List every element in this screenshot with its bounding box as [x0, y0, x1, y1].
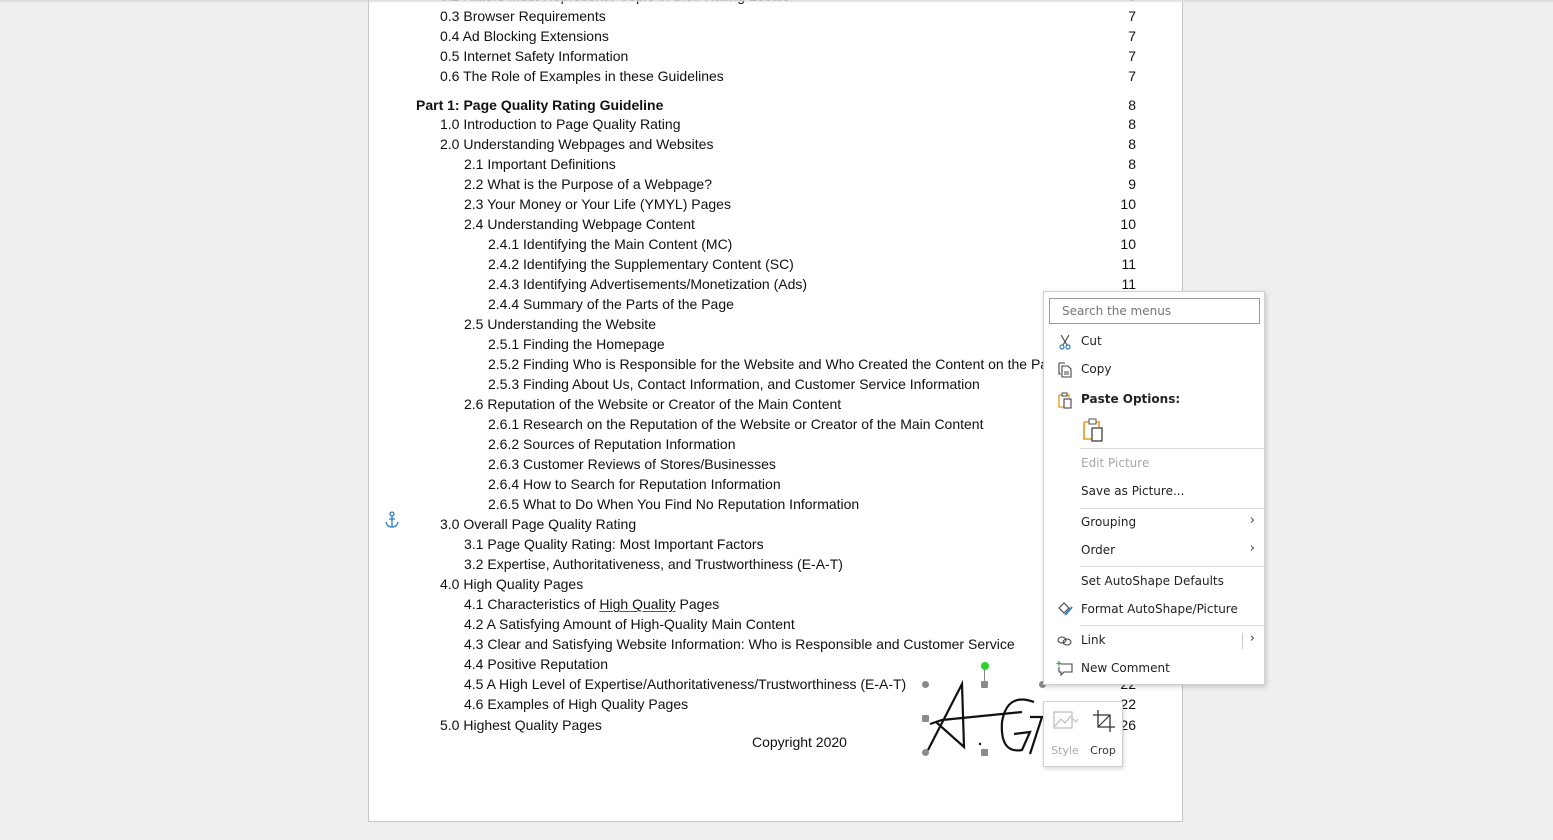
toc-entry[interactable]: Part 1: Page Quality Rating Guideline	[416, 97, 663, 113]
picture-style-icon	[1053, 711, 1079, 729]
toc-entry[interactable]: 2.5 Understanding the Website	[464, 316, 656, 332]
paste-keep-source-icon[interactable]	[1081, 417, 1107, 443]
context-menu: Cut Copy Paste Options: Edit Picture Sav…	[1043, 291, 1265, 685]
toc-entry[interactable]: 0.5 Internet Safety Information	[440, 48, 628, 64]
menu-separator	[1080, 566, 1264, 567]
menu-item-label: New Comment	[1081, 661, 1170, 675]
toc-entry[interactable]: 2.6 Reputation of the Website or Creator…	[464, 396, 841, 412]
anchor-icon[interactable]	[384, 511, 400, 529]
format-paint-icon	[1058, 602, 1073, 616]
menu-item-label: Format AutoShape/Picture	[1081, 602, 1238, 616]
crop-button[interactable]: Crop	[1085, 706, 1121, 762]
menu-item-label: Order	[1081, 543, 1116, 557]
toc-entry[interactable]: 0.6 The Role of Examples in these Guidel…	[440, 68, 724, 84]
menu-item-label: Grouping	[1081, 515, 1137, 529]
menu-separator	[1080, 625, 1264, 626]
mini-toolbar: Style Crop	[1043, 701, 1123, 767]
toc-entry[interactable]: 4.4 Positive Reputation	[464, 656, 608, 672]
menu-separator	[1080, 448, 1264, 449]
menu-item-order[interactable]: Order ›	[1044, 539, 1264, 563]
crop-icon	[1093, 710, 1115, 732]
toc-entry[interactable]: 2.0 Understanding Webpages and Websites	[440, 136, 713, 152]
rotation-line	[984, 669, 985, 681]
style-label: Style	[1051, 744, 1079, 757]
resize-handle-left[interactable]	[922, 715, 929, 722]
menu-item-label: Edit Picture	[1081, 456, 1150, 470]
menu-item-paste-options: Paste Options:	[1044, 388, 1264, 412]
toc-entry[interactable]: 2.4.2 Identifying the Supplementary Cont…	[488, 256, 794, 272]
chevron-right-icon: ›	[1249, 513, 1255, 528]
toc-entry[interactable]: 4.1 Characteristics of High Quality Page…	[464, 596, 719, 612]
toc-entry[interactable]: 2.5.3 Finding About Us, Contact Informat…	[488, 376, 980, 392]
toc-entry[interactable]: 1.0 Introduction to Page Quality Rating	[440, 116, 680, 132]
signature-image[interactable]	[922, 662, 1052, 757]
menu-separator	[1080, 508, 1264, 509]
toc-entry[interactable]: 4.6 Examples of High Quality Pages	[464, 696, 688, 712]
new-comment-icon	[1056, 661, 1073, 677]
toc-entry[interactable]: 3.0 Overall Page Quality Rating	[440, 516, 636, 532]
resize-handle-bottom-left[interactable]	[922, 749, 929, 756]
toc-entry[interactable]: 2.4 Understanding Webpage Content	[464, 216, 695, 232]
menu-item-grouping[interactable]: Grouping ›	[1044, 511, 1264, 535]
copy-icon	[1058, 362, 1072, 378]
menu-item-label: Paste Options:	[1081, 392, 1181, 406]
toc-entry[interactable]: 3.1 Page Quality Rating: Most Important …	[464, 536, 764, 552]
crop-label: Crop	[1090, 744, 1116, 757]
style-button: Style	[1047, 706, 1083, 762]
toc-entry[interactable]: 2.6.3 Customer Reviews of Stores/Busines…	[488, 456, 776, 472]
toc-entry[interactable]: 2.5.1 Finding the Homepage	[488, 336, 665, 352]
scissors-icon	[1059, 334, 1071, 350]
menu-item-label: Cut	[1081, 334, 1102, 348]
toc-entry[interactable]: 2.2 What is the Purpose of a Webpage?	[464, 176, 712, 192]
menu-item-label: Copy	[1081, 362, 1112, 376]
search-menus-input[interactable]	[1049, 298, 1260, 324]
toc-entry[interactable]: 0.4 Ad Blocking Extensions	[440, 28, 609, 44]
menu-item-new-comment[interactable]: New Comment	[1044, 657, 1264, 681]
link-icon	[1057, 636, 1072, 646]
menu-item-label: Set AutoShape Defaults	[1081, 574, 1224, 588]
toc-entry[interactable]: 0.3 Browser Requirements	[440, 8, 606, 24]
toc-entry[interactable]: 4.5 A High Level of Expertise/Authoritat…	[464, 676, 906, 692]
chevron-right-icon: ›	[1249, 541, 1255, 556]
menu-item-cut[interactable]: Cut	[1044, 330, 1264, 354]
toc-entry[interactable]: 2.6.5 What to Do When You Find No Reputa…	[488, 496, 859, 512]
toc-entry[interactable]: 2.6.1 Research on the Reputation of the …	[488, 416, 983, 432]
menu-item-link[interactable]: Link ›	[1044, 629, 1264, 653]
toc-entry[interactable]: 5.0 Highest Quality Pages	[440, 717, 602, 733]
toc-entry[interactable]: 4.2 A Satisfying Amount of High-Quality …	[464, 616, 795, 632]
resize-handle-top-left[interactable]	[922, 681, 929, 688]
menu-item-label: Save as Picture...	[1081, 484, 1185, 498]
chevron-right-icon[interactable]: ›	[1250, 631, 1255, 646]
top-shadow	[0, 0, 1553, 3]
resize-handle-bottom[interactable]	[981, 749, 988, 756]
toc-entry[interactable]: 2.1 Important Definitions	[464, 156, 616, 172]
menu-item-format-autoshape[interactable]: Format AutoShape/Picture	[1044, 598, 1264, 622]
menu-item-copy[interactable]: Copy	[1044, 358, 1264, 382]
spellcheck-underline[interactable]: High Quality	[599, 596, 675, 612]
toc-entry[interactable]: 2.3 Your Money or Your Life (YMYL) Pages	[464, 196, 731, 212]
paste-icon	[1058, 392, 1072, 409]
rotation-handle[interactable]	[981, 662, 989, 670]
toc-entry[interactable]: 3.2 Expertise, Authoritativeness, and Tr…	[464, 556, 843, 572]
toc-entry[interactable]: 2.6.2 Sources of Reputation Information	[488, 436, 735, 452]
toc-entry[interactable]: 2.4.3 Identifying Advertisements/Monetiz…	[488, 276, 807, 292]
menu-item-set-autoshape-defaults[interactable]: Set AutoShape Defaults	[1044, 570, 1264, 594]
page-footer: Copyright 2020	[752, 734, 847, 750]
menu-item-label: Link	[1081, 633, 1106, 647]
toc-entry[interactable]: 4.3 Clear and Satisfying Website Informa…	[464, 636, 1015, 652]
resize-handle-top[interactable]	[981, 681, 988, 688]
menu-item-edit-picture: Edit Picture	[1044, 452, 1264, 476]
toc-entry[interactable]: 2.4.1 Identifying the Main Content (MC)	[488, 236, 732, 252]
toc-entry[interactable]: 2.4.4 Summary of the Parts of the Page	[488, 296, 734, 312]
toc-entry[interactable]: 2.5.2 Finding Who is Responsible for the…	[488, 356, 1064, 372]
toc-entry[interactable]: 2.6.4 How to Search for Reputation Infor…	[488, 476, 781, 492]
toc-entry[interactable]: 4.0 High Quality Pages	[440, 576, 583, 592]
split-divider	[1242, 633, 1243, 649]
menu-item-save-as-picture[interactable]: Save as Picture...	[1044, 480, 1264, 504]
